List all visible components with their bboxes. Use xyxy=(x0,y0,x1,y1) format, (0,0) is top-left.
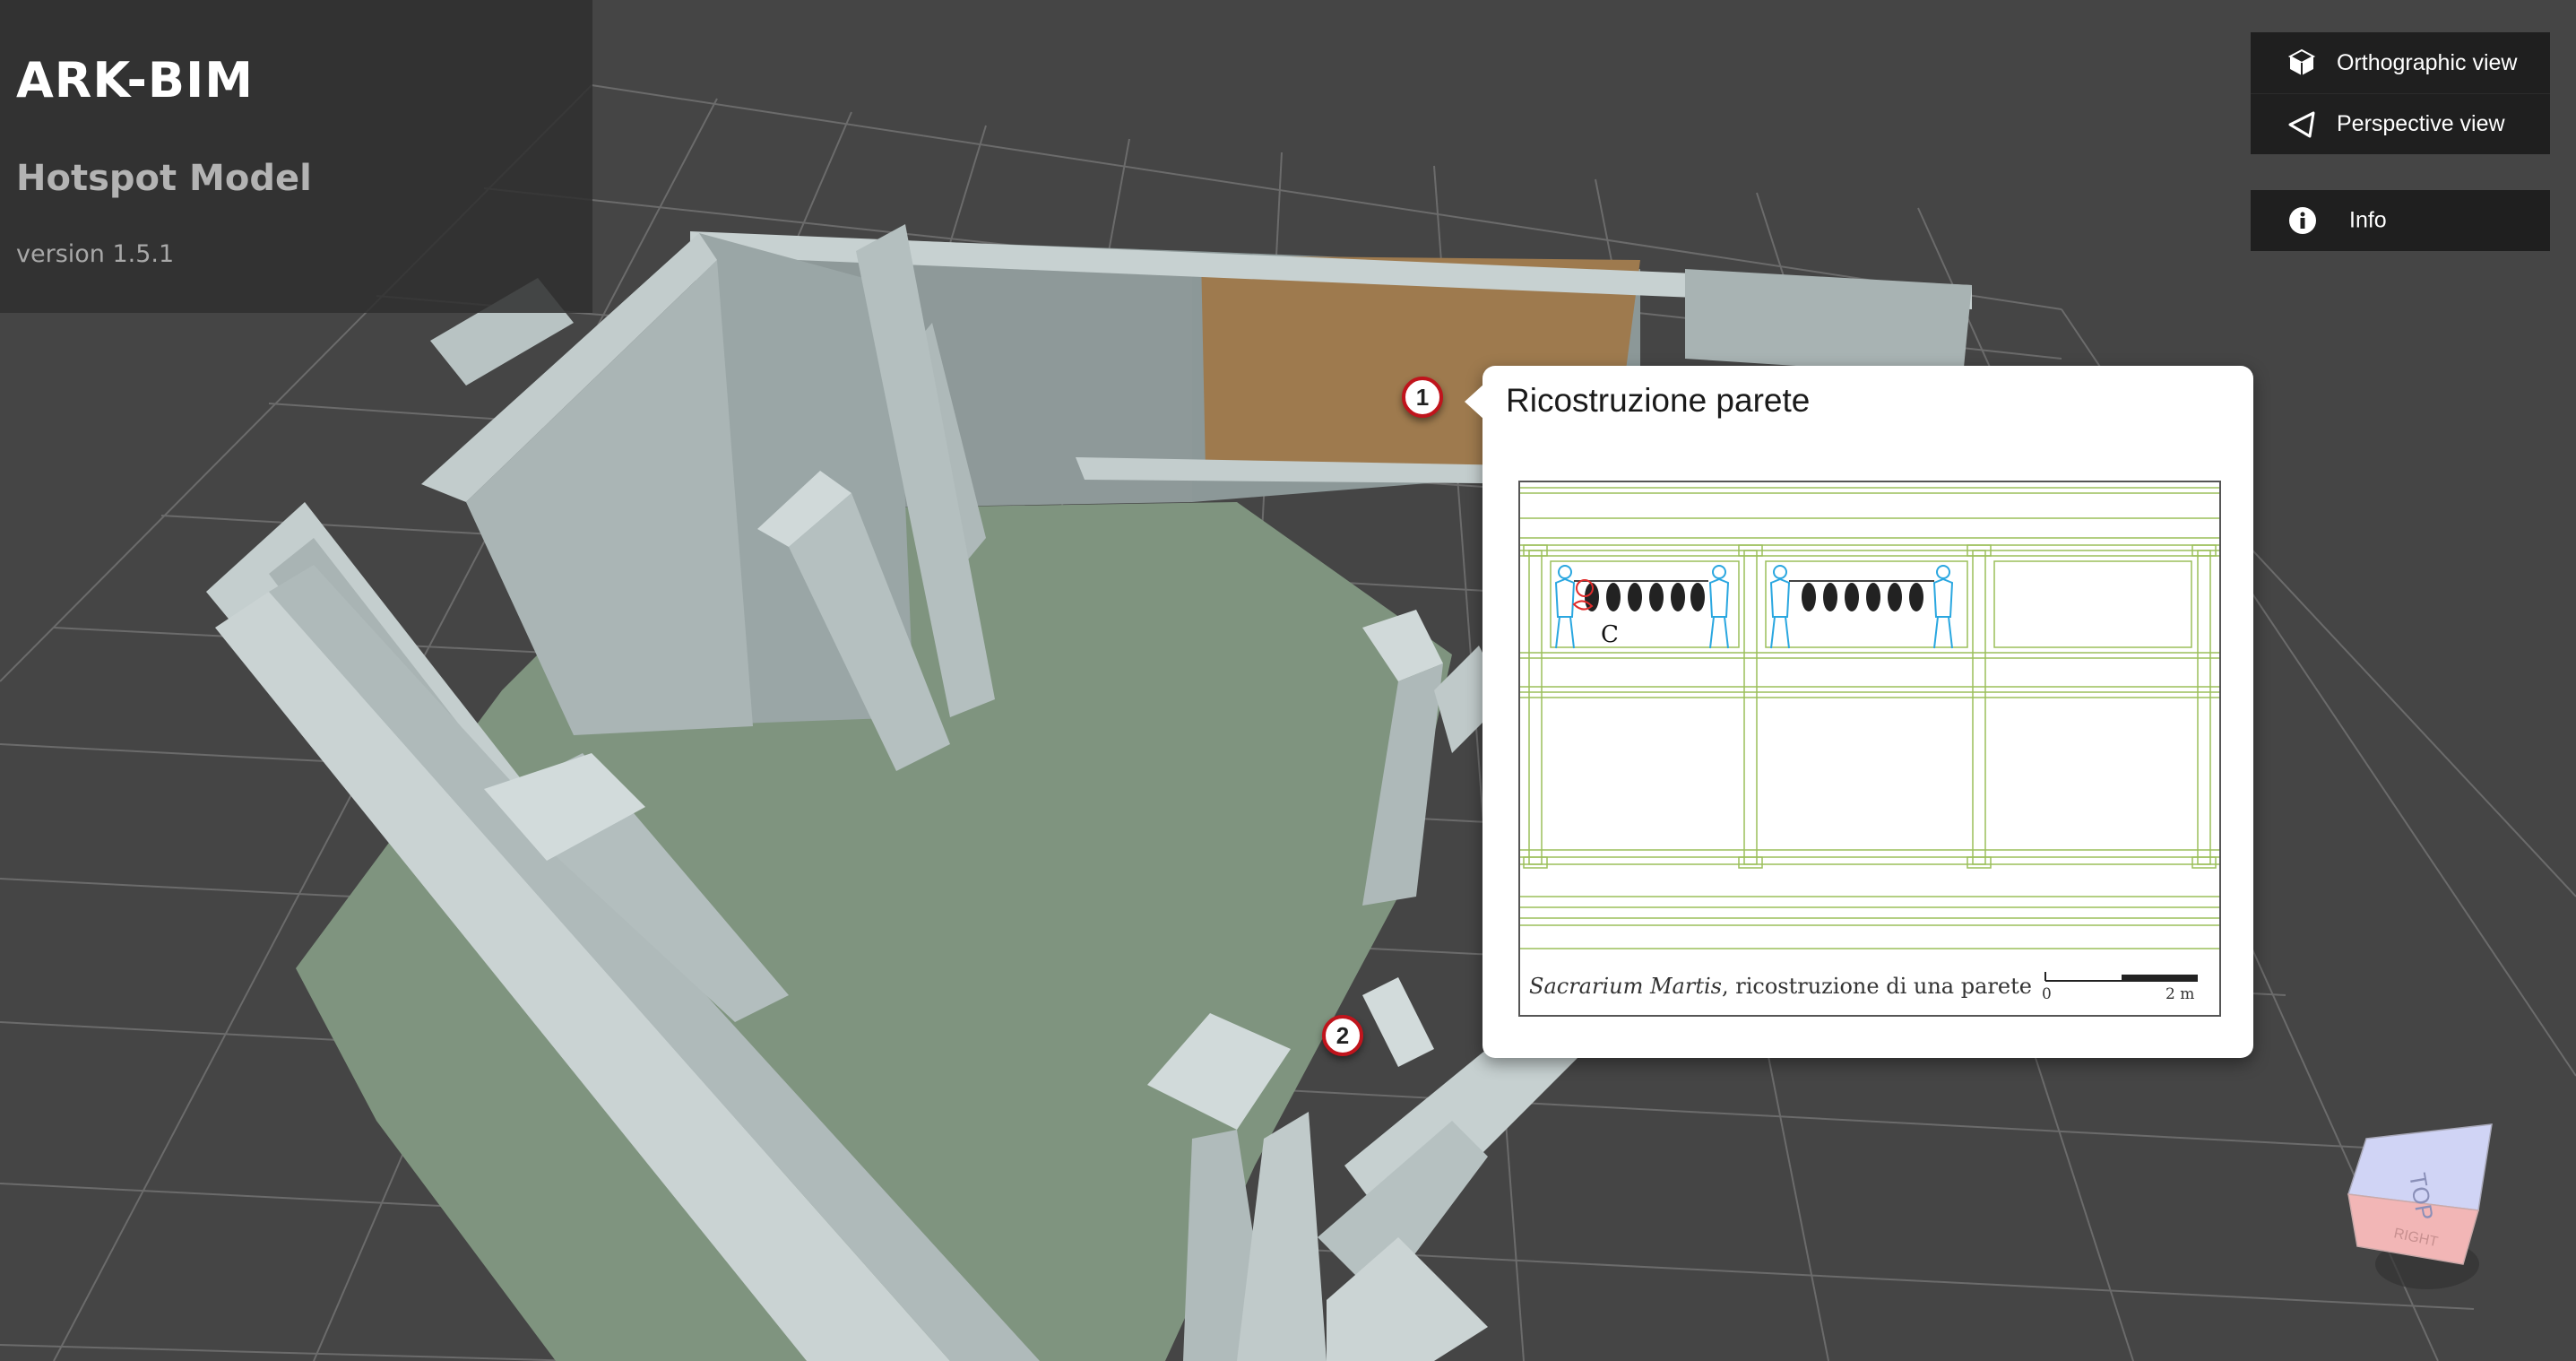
app-version: version 1.5.1 xyxy=(16,240,175,268)
elevation-drawing: C xyxy=(1520,487,2219,949)
caption-italic: Sacrarium Martis xyxy=(1529,974,1722,999)
caption-text: , ricostruzione di una parete xyxy=(1721,974,2032,999)
wall-reconstruction-drawing: C Sacrarium Martis, ricostruzione di una… xyxy=(1518,481,2221,1017)
orthographic-view-label: Orthographic view xyxy=(2337,49,2518,75)
perspective-icon xyxy=(2286,109,2317,140)
orthographic-view-button[interactable]: Orthographic view xyxy=(2251,32,2550,93)
figure-caption: Sacrarium Martis, ricostruzione di una p… xyxy=(1529,974,2032,999)
info-icon xyxy=(2288,206,2317,235)
camera-view-controls: Orthographic view Perspective view xyxy=(2251,32,2550,154)
app-subtitle: Hotspot Model xyxy=(16,158,312,199)
scale-bar: 0 2 m xyxy=(2042,972,2198,1002)
info-button[interactable]: Info xyxy=(2251,190,2550,251)
hotspot-2[interactable]: 2 xyxy=(1322,1015,1363,1056)
popup-title: Ricostruzione parete xyxy=(1506,382,1811,419)
scale-start: 0 xyxy=(2042,985,2052,1002)
garland-motif xyxy=(1574,580,1934,611)
scale-end: 2 m xyxy=(2165,985,2194,1002)
navigation-cube[interactable]: TOP RIGHT xyxy=(2330,1112,2510,1309)
hotspot-popup: Ricostruzione parete C Sacrarium Martis,… xyxy=(1465,366,2253,1058)
hotspot-1[interactable]: 1 xyxy=(1402,377,1443,418)
title-panel: ARK-BIM Hotspot Model version 1.5.1 xyxy=(0,0,592,313)
cube-icon xyxy=(2286,48,2317,78)
app-title: ARK-BIM xyxy=(16,52,254,108)
label-c: C xyxy=(1601,621,1619,648)
popup-pointer xyxy=(1465,384,1484,420)
perspective-view-label: Perspective view xyxy=(2337,111,2505,136)
perspective-view-button[interactable]: Perspective view xyxy=(2251,93,2550,154)
info-label: Info xyxy=(2349,207,2387,233)
